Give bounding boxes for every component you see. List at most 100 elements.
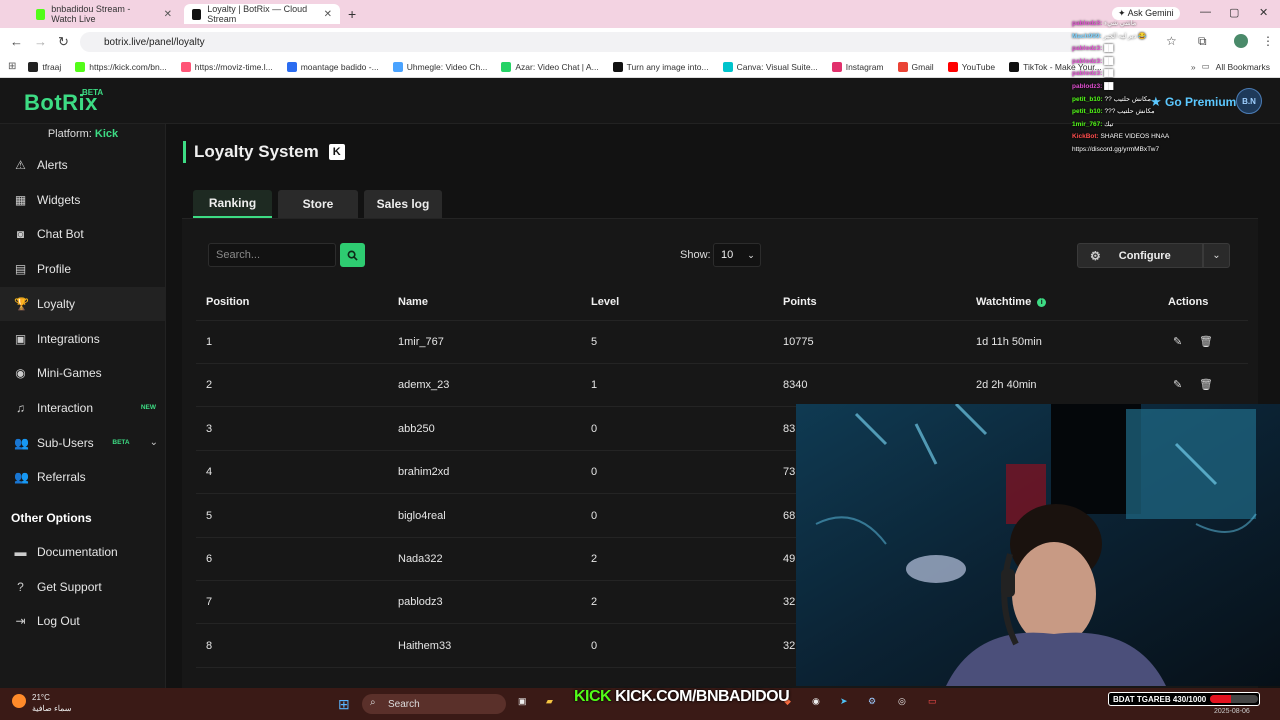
edit-pencil-icon[interactable]: ✎: [1173, 378, 1182, 391]
botrix-favicon-icon: [192, 8, 202, 20]
sidebar-item-get-support[interactable]: ? Get Support: [0, 570, 166, 604]
sidebar-item-mini-games[interactable]: ◉ Mini-Games: [0, 356, 166, 390]
telegram-icon[interactable]: ➤: [840, 696, 848, 707]
taskbar-search[interactable]: Search: [362, 694, 506, 714]
browser-tab-botrix[interactable]: Loyalty | BotRix — Cloud Stream ✕: [184, 4, 340, 24]
info-icon[interactable]: i: [1037, 297, 1047, 307]
bookmark-favicon-icon: [180, 61, 191, 72]
bookmark-item[interactable]: Azar: Video Chat | A...: [501, 61, 599, 72]
sidebar-item-referrals[interactable]: 👥 Referrals: [0, 460, 166, 494]
sidebar-item-documentation[interactable]: ▬ Documentation: [0, 535, 166, 569]
task-view-icon[interactable]: ▣: [518, 696, 527, 707]
bookmark-item[interactable]: https://moviz-time.l...: [180, 61, 273, 72]
stream-link-overlay: KICK KICK.COM/BNBADIDOU: [574, 688, 790, 706]
column-header-level[interactable]: Level: [591, 296, 619, 308]
tab-store[interactable]: Store: [278, 190, 358, 218]
sidebar-item-label: Mini-Games: [37, 366, 102, 381]
sidebar-item-profile[interactable]: ▤ Profile: [0, 252, 166, 286]
new-tab-button[interactable]: +: [348, 6, 356, 22]
file-explorer-icon[interactable]: ▰: [546, 696, 553, 707]
bookmark-item[interactable]: Uhmegle: Video Ch...: [392, 61, 488, 72]
chat-message: petit_b10: ??? مكانش حلتيب: [1072, 106, 1280, 119]
column-header-position[interactable]: Position: [206, 296, 249, 308]
column-header-watchtime[interactable]: Watchtime i: [976, 296, 1047, 308]
back-icon[interactable]: ←: [10, 34, 23, 49]
cell-level: 0: [591, 639, 598, 652]
sidebar-item-sub-users[interactable]: 👥 Sub-Users BETA ⌄: [0, 426, 166, 460]
bookmark-favicon-icon: [831, 61, 842, 72]
bookmark-item[interactable]: tfraaj: [28, 61, 61, 72]
gemini-icon: ✦: [1118, 8, 1126, 18]
page-size-select[interactable]: 10 ⌄: [713, 243, 761, 267]
bookmark-favicon-icon: [75, 61, 86, 72]
sidebar-item-label: Referrals: [37, 470, 86, 485]
configure-dropdown-button[interactable]: ⌄: [1203, 243, 1230, 268]
bookmark-item[interactable]: Gmail: [897, 61, 934, 72]
sidebar-item-widgets[interactable]: ▦ Widgets: [0, 183, 166, 217]
edit-pencil-icon[interactable]: ✎: [1173, 335, 1182, 348]
bookmark-item[interactable]: Canva: Visual Suite...: [722, 61, 818, 72]
obs-icon[interactable]: ◉: [812, 696, 820, 707]
bookmark-favicon-icon: [612, 61, 623, 72]
header-divider: [196, 320, 1248, 321]
browser-tab-kick[interactable]: bnbadidou Stream - Watch Live ✕: [28, 4, 180, 24]
other-options-title: Other Options: [11, 511, 92, 525]
chat-message: pablodz3: ██: [1072, 43, 1280, 56]
cell-name: 1mir_767: [398, 336, 444, 348]
chat-username: Mach999:: [1072, 32, 1102, 40]
sidebar-badge: BETA: [112, 439, 130, 447]
close-tab-icon[interactable]: ✕: [324, 9, 332, 20]
chat-text: ██: [1104, 45, 1114, 53]
windows-start-icon[interactable]: ⊞: [338, 696, 350, 713]
sidebar-item-log-out[interactable]: ⇥ Log Out: [0, 604, 166, 638]
bookmark-label: Uhmegle: Video Ch...: [406, 61, 488, 72]
sidebar-item-loyalty[interactable]: 🏆 Loyalty: [0, 286, 166, 321]
bookmark-item[interactable]: Instagram: [831, 61, 884, 72]
bookmark-item[interactable]: moantage badido -...: [286, 61, 379, 72]
delete-trash-icon[interactable]: 🗑: [1199, 335, 1213, 348]
cell-level: 5: [591, 336, 598, 348]
delete-trash-icon[interactable]: 🗑: [1199, 378, 1213, 391]
search-input[interactable]: Search...: [208, 243, 336, 267]
close-tab-icon[interactable]: ✕: [164, 9, 172, 20]
sidebar-item-chat-bot[interactable]: ◙ Chat Bot: [0, 217, 166, 251]
bookmark-item[interactable]: Turn any image into...: [612, 61, 709, 72]
forward-icon[interactable]: →: [34, 34, 47, 49]
sidebar-item-interaction[interactable]: ♫ Interaction NEW: [0, 391, 166, 425]
chat-username: pablodz3:: [1072, 20, 1103, 27]
ask-gemini-button[interactable]: ✦ Ask Gemini: [1112, 7, 1180, 20]
bookmark-favicon-icon: [722, 61, 733, 72]
goal-label: BDAT TGAREB 430/1000: [1113, 694, 1207, 704]
weather-widget[interactable]: 21°C سماء صافية: [32, 692, 72, 714]
reload-icon[interactable]: ↻: [58, 34, 69, 50]
widgets-icon: ▦: [14, 192, 27, 207]
apps-grid-icon[interactable]: ⊞: [8, 61, 16, 72]
kick-wordmark: KICK: [574, 688, 612, 705]
configure-button[interactable]: ⚙ Configure: [1077, 243, 1203, 268]
column-header-name[interactable]: Name: [398, 296, 428, 308]
app-icon[interactable]: ▭: [928, 696, 937, 707]
steam-icon[interactable]: ⚙: [868, 696, 876, 707]
sidebar-item-alerts[interactable]: ⚠ Alerts: [0, 148, 166, 182]
tab-sales-log[interactable]: Sales log: [364, 190, 442, 218]
chrome-icon[interactable]: ◎: [898, 696, 906, 707]
sidebar-item-integrations[interactable]: ▣ Integrations: [0, 322, 166, 356]
goal-progress-fill: [1210, 695, 1231, 703]
sidebar-item-label: Integrations: [37, 331, 100, 346]
temperature: 21°C: [32, 693, 50, 702]
chat-message: Mach999: دير ليه الخير 😂: [1072, 31, 1280, 44]
column-header-points[interactable]: Points: [783, 296, 817, 308]
url-input[interactable]: botrix.live/panel/loyalty: [80, 32, 1080, 52]
chat-message: 1mir_767: تيك: [1072, 119, 1280, 132]
bookmark-item[interactable]: YouTube: [947, 61, 995, 72]
cell-points: 73: [783, 466, 796, 479]
chat-message: pablodz3: ██: [1072, 68, 1280, 81]
bookmark-label: https://kick.com/bn...: [89, 61, 167, 72]
tab-ranking[interactable]: Ranking: [193, 190, 272, 218]
sidebar-item-label: Sub-Users: [37, 435, 94, 450]
chat-text: دير ليه الخير 😂: [1103, 32, 1147, 40]
show-label: Show:: [680, 249, 711, 261]
sidebar-item-label: Documentation: [37, 545, 118, 559]
search-button[interactable]: [340, 243, 365, 267]
bookmark-item[interactable]: https://kick.com/bn...: [75, 61, 167, 72]
